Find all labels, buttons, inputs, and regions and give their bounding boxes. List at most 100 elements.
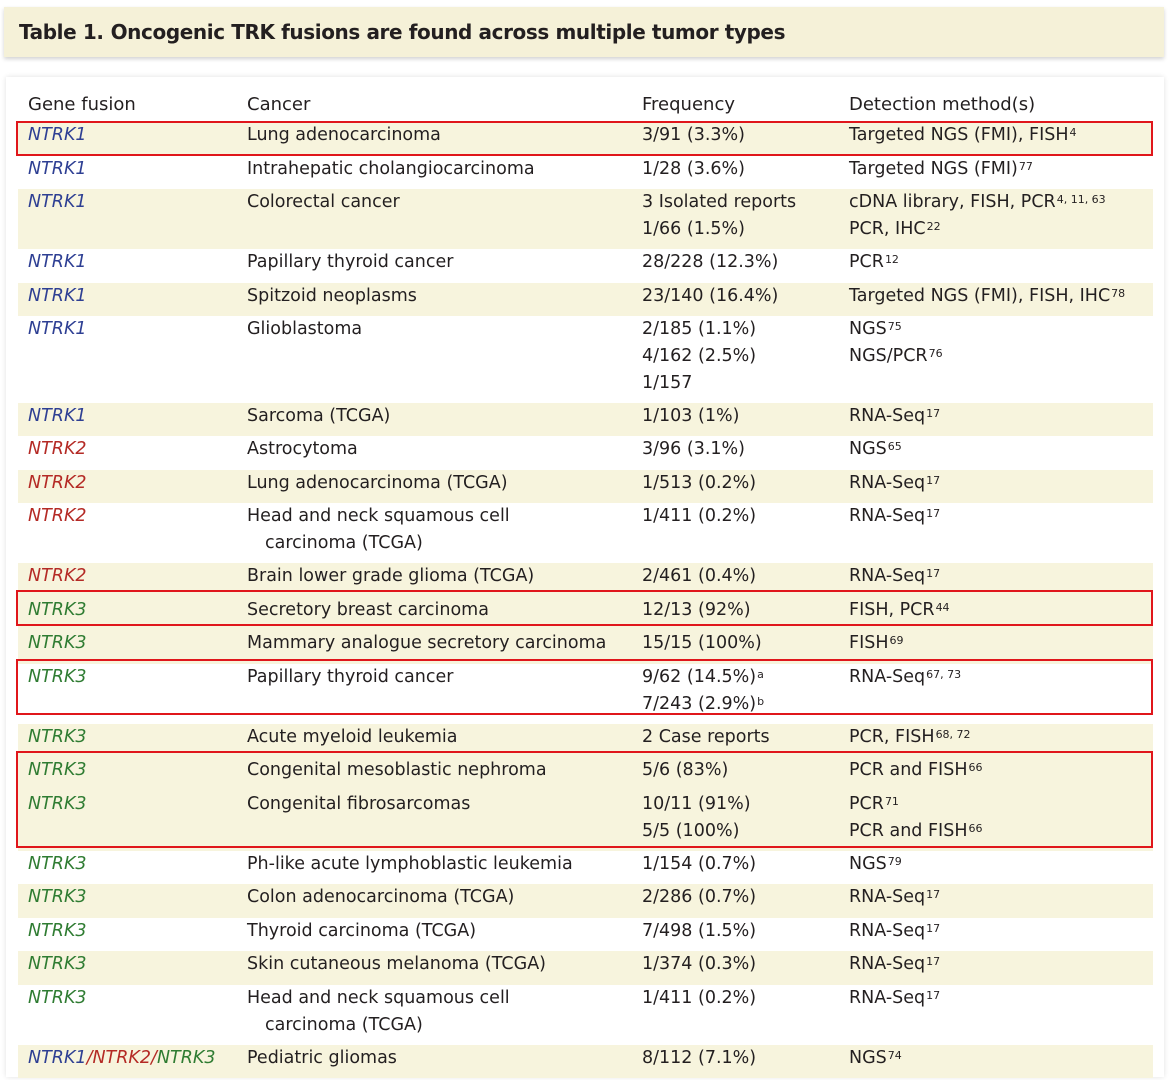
gene-fusion-cell: NTRK3 xyxy=(28,791,87,818)
gene-fusion-cell: NTRK2 xyxy=(28,563,87,590)
method-text: NGS/PCR76 xyxy=(849,346,943,366)
method-text: NGS65 xyxy=(849,439,902,459)
frequency-text: 3/91 (3.3%) xyxy=(642,125,745,145)
cancer-cell: Lung adenocarcinoma xyxy=(247,122,441,149)
cancer-cell: Head and neck squamous cell carcinoma (TC… xyxy=(247,985,510,1039)
cancer-cell: Head and neck squamous cell carcinoma (TC… xyxy=(247,503,510,557)
frequency-text: 1/157 xyxy=(642,373,693,393)
cancer-text: Lung adenocarcinoma xyxy=(247,125,441,145)
gene-name: NTRK1 xyxy=(28,158,87,179)
gene-name: NTRK3 xyxy=(28,920,87,941)
frequency-text: 7/243 (2.9%)b xyxy=(642,693,765,714)
gene-name: NTRK2 xyxy=(28,439,87,459)
cancer-text: Glioblastoma xyxy=(247,319,363,339)
method-text: PCR and FISH66 xyxy=(849,760,983,780)
frequency-cell: 3 Isolated reports 1/66 (1.5%) xyxy=(642,189,796,243)
cancer-text: Colon adenocarcinoma (TCGA) xyxy=(247,887,515,907)
gene-name: NTRK3 xyxy=(28,954,87,974)
gene-fusion-cell: NTRK1 xyxy=(28,403,87,430)
gene-fusion-cell: NTRK3 xyxy=(28,985,87,1012)
table-row: NTRK1 Sarcoma (TCGA) 1/103 (1%) RNA-Seq17 xyxy=(18,402,1153,436)
method-text: RNA-Seq17 xyxy=(849,405,941,426)
gene-fusion-cell: NTRK3 xyxy=(28,724,87,751)
cancer-cell: Colorectal cancer xyxy=(247,189,400,216)
table-label: Table 1. xyxy=(19,20,104,44)
detection-method-cell: PCR71 PCR and FISH66 xyxy=(849,791,982,845)
table-row: NTRK1 Glioblastoma 2/185 (1.1%) 4/162 (2.5%… xyxy=(18,316,1153,403)
cancer-text: Colorectal cancer xyxy=(247,192,400,212)
gene-name: NTRK3 xyxy=(28,599,87,620)
cancer-cell: Secretory breast carcinoma xyxy=(247,597,489,624)
gene-name: NTRK1 xyxy=(28,319,87,339)
detection-method-cell: PCR12 xyxy=(849,249,899,276)
frequency-cell: 8/112 (7.1%) xyxy=(642,1045,756,1072)
frequency-text: 5/6 (83%) xyxy=(642,760,729,780)
reference-superscript: 12 xyxy=(884,253,899,266)
cancer-text: Papillary thyroid cancer xyxy=(247,666,454,687)
gene-name: NTRK3 xyxy=(156,1047,216,1068)
method-text: RNA-Seq17 xyxy=(849,566,941,586)
cancer-text: carcinoma (TCGA) xyxy=(265,1014,423,1035)
frequency-cell: 1/411 (0.2%) xyxy=(642,503,756,530)
cancer-text: Astrocytoma xyxy=(247,439,358,459)
gene-name: NTRK1 xyxy=(28,252,87,272)
cancer-cell: Sarcoma (TCGA) xyxy=(247,403,390,430)
frequency-text: 3/96 (3.1%) xyxy=(642,439,745,459)
detection-method-cell: RNA-Seq17 xyxy=(849,470,940,497)
table-row: NTRK3 Head and neck squamous cell carcinom… xyxy=(18,985,1153,1045)
frequency-text: 1/103 (1%) xyxy=(642,405,740,426)
detection-method-cell: NGS75 NGS/PCR76 xyxy=(849,316,943,370)
gene-name: NTRK3 xyxy=(28,633,87,653)
method-text: RNA-Seq17 xyxy=(849,887,941,907)
frequency-text: 3 Isolated reports xyxy=(642,192,797,212)
table-row: NTRK1 Intrahepatic cholangiocarcinoma 1/28… xyxy=(18,156,1153,190)
detection-method-cell: Targeted NGS (FMI), FISH4 xyxy=(849,122,1077,149)
table-row: NTRK1/NTRK2/NTRK3 Pediatric gliomas 8/112 … xyxy=(18,1044,1153,1078)
cancer-cell: Papillary thyroid cancer xyxy=(247,664,453,691)
frequency-text: 1/513 (0.2%) xyxy=(642,472,757,493)
gene-fusion-cell: NTRK1 xyxy=(28,316,87,343)
cancer-text: Brain lower grade glioma (TCGA) xyxy=(247,566,535,586)
frequency-text: 15/15 (100%) xyxy=(642,633,762,653)
method-text: Targeted NGS (FMI), FISH, IHC78 xyxy=(849,285,1126,306)
table-row: NTRK3 Colon adenocarcinoma (TCGA) 2/286 (0… xyxy=(18,884,1153,918)
gene-name: NTRK3 xyxy=(28,793,87,814)
detection-method-cell: RNA-Seq17 xyxy=(849,918,940,945)
cancer-cell: Brain lower grade glioma (TCGA) xyxy=(247,563,534,590)
reference-superscript: 17 xyxy=(926,888,941,901)
cancer-cell: Papillary thyroid cancer xyxy=(247,249,453,276)
frequency-cell: 1/154 (0.7%) xyxy=(642,851,756,878)
method-text: cDNA library, FISH, PCR4, 11, 63 xyxy=(849,192,1106,212)
reference-superscript: 17 xyxy=(926,567,941,580)
table-row: NTRK3 Congenital mesoblastic nephroma 5/6 … xyxy=(18,757,1153,791)
table-row: NTRK3 Acute myeloid leukemia 2 Case report… xyxy=(18,723,1153,757)
cancer-text: Congenital mesoblastic nephroma xyxy=(247,760,547,780)
cancer-cell: Acute myeloid leukemia xyxy=(247,724,457,751)
table-row: NTRK3 Ph-like acute lymphoblastic leukemi… xyxy=(18,851,1153,885)
gene-name: NTRK1 xyxy=(28,405,87,426)
frequency-text: 10/11 (91%) xyxy=(642,793,751,814)
reference-superscript: 17 xyxy=(926,406,941,420)
table-title: Table 1. Oncogenic TRK fusions are found … xyxy=(19,20,786,44)
cancer-text: Head and neck squamous cell xyxy=(247,506,510,526)
method-text: FISH, PCR44 xyxy=(849,599,950,620)
cancer-text: Thyroid carcinoma (TCGA) xyxy=(247,920,477,941)
gene-name: NTRK2 xyxy=(28,472,87,493)
reference-superscript: 68, 72 xyxy=(935,727,971,741)
frequency-text: 1/411 (0.2%) xyxy=(642,506,757,526)
detection-method-cell: cDNA library, FISH, PCR4, 11, 63 PCR, IHC… xyxy=(849,189,1106,243)
gene-name: NTRK2 xyxy=(28,506,87,526)
reference-superscript: 66 xyxy=(968,761,983,774)
gene-fusion-cell: NTRK3 xyxy=(28,918,87,945)
detection-method-cell: PCR, FISH68, 72 xyxy=(849,724,971,751)
frequency-text: 12/13 (92%) xyxy=(642,599,751,620)
method-text: RNA-Seq17 xyxy=(849,506,941,526)
table-row: NTRK3 Thyroid carcinoma (TCGA) 7/498 (1.5%… xyxy=(18,918,1153,952)
frequency-text: 1/411 (0.2%) xyxy=(642,987,757,1008)
frequency-cell: 2/185 (1.1%) 4/162 (2.5%) 1/157 xyxy=(642,316,756,397)
reference-superscript: 74 xyxy=(887,1048,902,1062)
frequency-cell: 1/374 (0.3%) xyxy=(642,951,756,978)
frequency-text: 28/228 (12.3%) xyxy=(642,252,779,272)
detection-method-cell: FISH, PCR44 xyxy=(849,597,950,624)
detection-method-cell: RNA-Seq17 xyxy=(849,563,940,590)
